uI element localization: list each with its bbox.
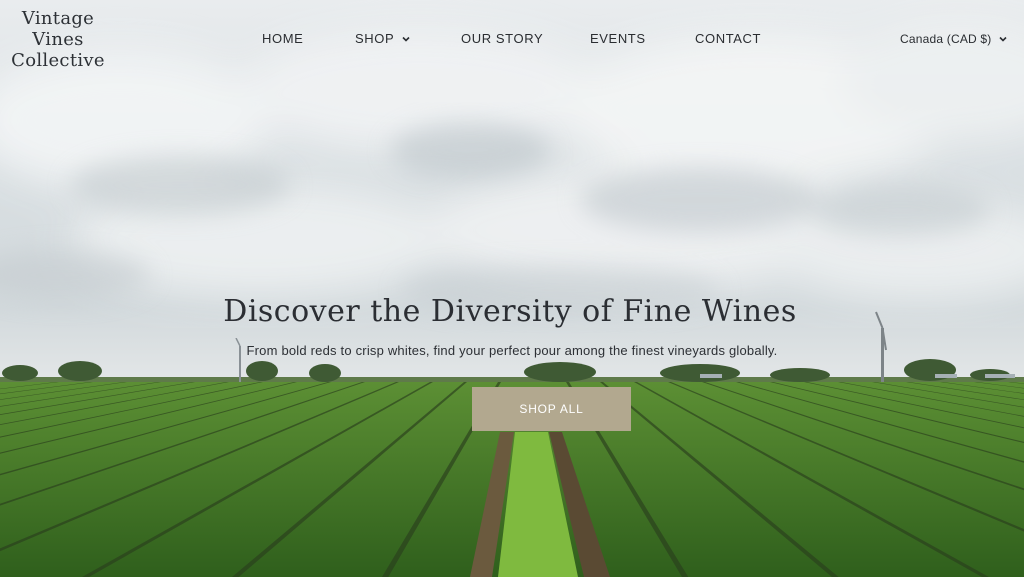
brand-name-line: Vintage (21, 8, 95, 29)
chevron-down-icon (999, 36, 1007, 42)
nav-item-label: CONTACT (695, 31, 762, 46)
nav-item-our-story[interactable]: OUR STORY (461, 31, 543, 46)
chevron-down-icon (402, 36, 410, 42)
nav-item-events[interactable]: EVENTS (590, 31, 646, 46)
hero-banner: Vintage Vines Collective HOME SHOP OUR S… (0, 0, 1024, 577)
nav-item-label: HOME (262, 31, 304, 46)
shop-all-button[interactable]: SHOP ALL (472, 387, 631, 431)
nav-item-home[interactable]: HOME (262, 31, 303, 46)
nav-item-label: EVENTS (590, 31, 646, 46)
brand-name-line: Collective (11, 50, 105, 71)
currency-selector[interactable]: Canada (CAD $) (900, 32, 1008, 46)
hero-subheadline: From bold reds to crisp whites, find you… (246, 343, 778, 358)
nav-item-label: SHOP (355, 31, 395, 46)
hero-headline: Discover the Diversity of Fine Wines (223, 294, 797, 329)
main-nav: HOME SHOP OUR STORY EVENTS CONTACT (0, 31, 1024, 49)
currency-label: Canada (CAD $) (900, 32, 992, 46)
nav-item-contact[interactable]: CONTACT (695, 31, 761, 46)
nav-item-shop[interactable]: SHOP (355, 31, 411, 46)
nav-item-label: OUR STORY (461, 31, 544, 46)
